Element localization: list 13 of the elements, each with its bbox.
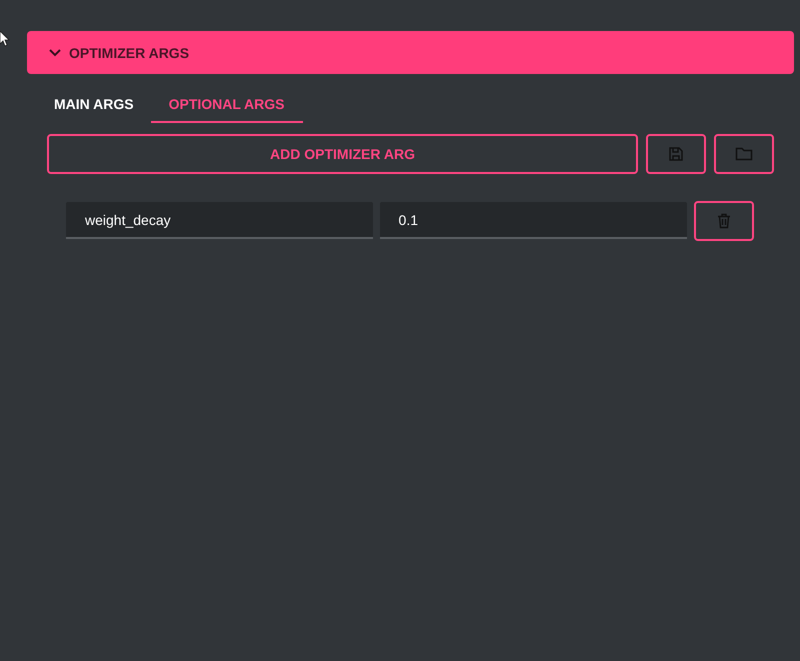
arg-name-field[interactable]: weight_decay [66,202,373,239]
tab[interactable]: MAIN ARGS [47,90,141,123]
trash-icon [717,213,732,229]
panel-header[interactable]: OPTIMIZER ARGS [27,31,794,74]
open-folder-button[interactable] [714,134,774,174]
add-arg-button[interactable]: ADD OPTIMIZER ARG [47,134,638,174]
tab[interactable]: OPTIONAL ARGS [150,90,302,123]
chevron-icon [49,48,61,56]
folder-icon [735,146,753,162]
save-button[interactable] [646,134,706,174]
delete-button[interactable] [694,201,754,241]
arg-value-field[interactable]: 0.1 [380,202,688,239]
mouse-pointer-icon [0,31,10,47]
